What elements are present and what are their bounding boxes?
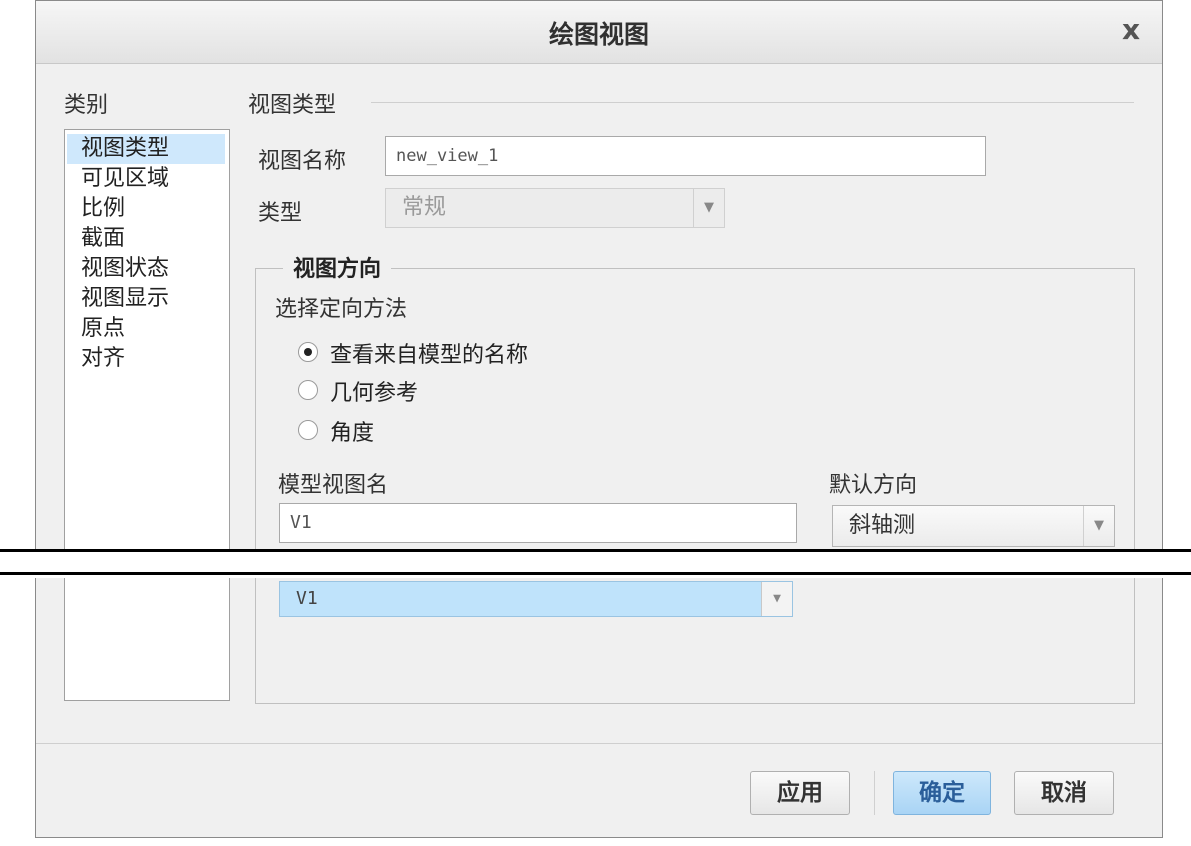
orientation-method-label: 选择定向方法 [275,297,408,322]
dialog-title: 绘图视图 [548,20,649,49]
model-view-name-label: 模型视图名 [278,473,389,498]
image-break-line-bottom [0,572,1191,575]
model-view-list-selected-item[interactable]: V1 ▼ [279,581,793,617]
section-title: 视图类型 [248,93,337,118]
chevron-down-icon: ▼ [1083,506,1114,546]
category-item-view-display[interactable]: 视图显示 [67,284,225,314]
category-item-view-type[interactable]: 视图类型 [67,134,225,164]
footer-divider [36,743,1162,744]
radio-unchecked-icon[interactable] [298,380,318,400]
category-item-visible-area[interactable]: 可见区域 [67,164,225,194]
category-item-view-state[interactable]: 视图状态 [67,254,225,284]
category-list: 视图类型 可见区域 比例 截面 视图状态 视图显示 原点 对齐 [64,129,230,701]
default-orientation-select[interactable]: 斜轴测 ▼ [832,505,1115,547]
button-separator [874,771,875,815]
apply-button[interactable]: 应用 [750,771,850,815]
chevron-down-icon: ▼ [761,582,792,616]
radio-checked-icon[interactable] [298,342,318,362]
model-view-list-value: V1 [296,588,318,609]
model-view-name-input[interactable]: V1 [279,503,797,543]
category-item-scale[interactable]: 比例 [67,194,225,224]
drawing-view-dialog: 绘图视图 x 类别 视图类型 可见区域 比例 截面 视图状态 视图显示 原点 对… [35,0,1163,838]
radio-label: 角度 [330,421,375,446]
ok-button[interactable]: 确定 [893,771,991,815]
category-item-alignment[interactable]: 对齐 [67,344,225,374]
type-select-value: 常规 [402,195,447,220]
radio-unchecked-icon[interactable] [298,420,318,440]
close-icon[interactable]: x [1116,15,1146,45]
type-select: 常规 ▼ [385,188,725,228]
view-name-input[interactable]: new_view_1 [385,136,986,176]
category-heading: 类别 [64,93,109,118]
default-orientation-value: 斜轴测 [849,513,916,538]
radio-label: 几何参考 [330,381,419,406]
chevron-down-icon: ▼ [693,189,724,227]
category-item-origin[interactable]: 原点 [67,314,225,344]
radio-label: 查看来自模型的名称 [330,343,529,368]
orientation-group-title: 视图方向 [283,251,392,283]
category-item-section[interactable]: 截面 [67,224,225,254]
section-divider [371,102,1134,103]
title-bar[interactable]: 绘图视图 x [36,1,1162,64]
image-break-line-top [0,549,1191,552]
view-name-label: 视图名称 [258,149,347,174]
type-label: 类型 [258,201,303,226]
cancel-button[interactable]: 取消 [1014,771,1114,815]
default-orientation-label: 默认方向 [829,473,918,498]
